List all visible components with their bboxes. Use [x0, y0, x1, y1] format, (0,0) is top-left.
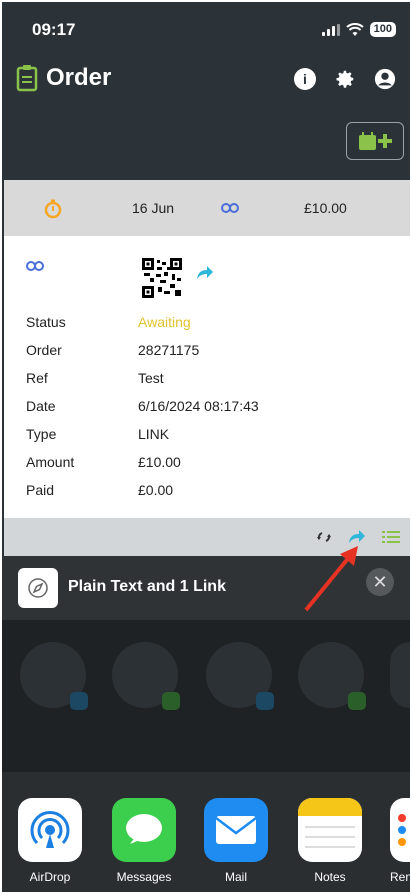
detail-label: Amount	[26, 454, 75, 470]
share-app-airdrop[interactable]: AirDrop	[18, 798, 82, 884]
messages-icon	[112, 798, 176, 862]
order-card[interactable]: 16 Jun £10.00 Status Awaiting Order 2827…	[4, 180, 410, 556]
share-app-messages[interactable]: Messages	[112, 798, 176, 884]
detail-value: £0.00	[138, 482, 174, 498]
page-title: Order	[46, 64, 112, 91]
detail-label: Type	[26, 426, 57, 442]
suggested-contacts	[2, 620, 410, 772]
detail-value: 6/16/2024 08:17:43	[138, 398, 259, 414]
stopwatch-icon	[44, 199, 62, 219]
detail-label: Ref	[26, 370, 48, 386]
status-bar: 09:17 100	[2, 2, 410, 56]
airdrop-icon	[18, 798, 82, 862]
detail-row-date: Date 6/16/2024 08:17:43	[26, 392, 386, 420]
contact-suggestion[interactable]	[298, 642, 366, 710]
detail-value: 28271175	[138, 342, 200, 358]
add-order-button[interactable]	[346, 122, 404, 160]
detail-row-ref: Ref Test	[26, 364, 386, 392]
share-app-reminders[interactable]: Ren	[390, 798, 410, 884]
close-icon: ✕	[372, 571, 388, 592]
reminders-icon	[390, 798, 410, 862]
detail-label: Date	[26, 398, 56, 414]
add-calendar-icon	[359, 132, 392, 150]
detail-value: Test	[138, 370, 164, 386]
detail-label: Paid	[26, 482, 55, 498]
detail-row-order: Order 28271175	[26, 336, 386, 364]
signal-icon	[321, 23, 340, 36]
qr-code-icon[interactable]	[142, 258, 182, 298]
gear-icon[interactable]	[334, 68, 356, 90]
info-icon[interactable]: i	[294, 68, 316, 90]
share-app-notes[interactable]: Notes	[298, 798, 362, 884]
app-label: Ren	[390, 870, 410, 884]
detail-row-type: Type LINK	[26, 420, 386, 448]
summary-date: 16 Jun	[132, 200, 175, 216]
status-icons: 100	[321, 22, 396, 37]
phone-screen: 09:17 100 Order i 16 Jun £10.00 Status A…	[2, 2, 410, 892]
notes-icon	[298, 798, 362, 862]
share-sheet-title: Plain Text and 1 Link	[68, 578, 226, 595]
detail-value: £10.00	[138, 454, 181, 470]
summary-amount: £10.00	[304, 200, 347, 216]
app-label: Mail	[224, 870, 247, 884]
title-group: Order	[16, 64, 111, 92]
share-apps-row: AirDrop Messages Mail Notes Ren	[2, 772, 410, 892]
list-icon[interactable]	[382, 530, 400, 544]
detail-row-amount: Amount £10.00	[26, 448, 386, 476]
mail-icon	[204, 798, 268, 862]
status-time: 09:17	[32, 20, 76, 39]
compass-icon	[18, 568, 58, 608]
detail-value: LINK	[138, 426, 170, 442]
app-header: Order i	[2, 62, 410, 102]
app-label: Messages	[116, 870, 172, 884]
detail-row-paid: Paid £0.00	[26, 476, 386, 504]
clipboard-icon	[16, 65, 38, 92]
contact-suggestion[interactable]	[112, 642, 180, 710]
app-label: Notes	[314, 870, 346, 884]
detail-label: Order	[26, 342, 62, 358]
contact-suggestion[interactable]	[20, 642, 88, 710]
link-icon	[26, 261, 44, 271]
account-icon[interactable]	[374, 68, 396, 90]
details-list: Status Awaiting Order 28271175 Ref Test …	[26, 308, 386, 504]
share-icon[interactable]	[196, 266, 214, 280]
header-actions: i	[294, 68, 396, 90]
annotation-arrow	[304, 546, 358, 612]
contact-suggestion[interactable]	[390, 642, 410, 708]
share-app-mail[interactable]: Mail	[204, 798, 268, 884]
app-label: AirDrop	[29, 870, 71, 884]
status-value: Awaiting	[138, 314, 191, 330]
detail-row-status: Status Awaiting	[26, 308, 386, 336]
order-details: Status Awaiting Order 28271175 Ref Test …	[4, 236, 410, 518]
link-icon	[221, 203, 239, 213]
wifi-icon	[345, 22, 364, 36]
detail-label: Status	[26, 314, 66, 330]
contact-suggestion[interactable]	[206, 642, 274, 710]
battery-icon: 100	[369, 22, 396, 37]
order-summary-bar: 16 Jun £10.00	[4, 180, 410, 236]
